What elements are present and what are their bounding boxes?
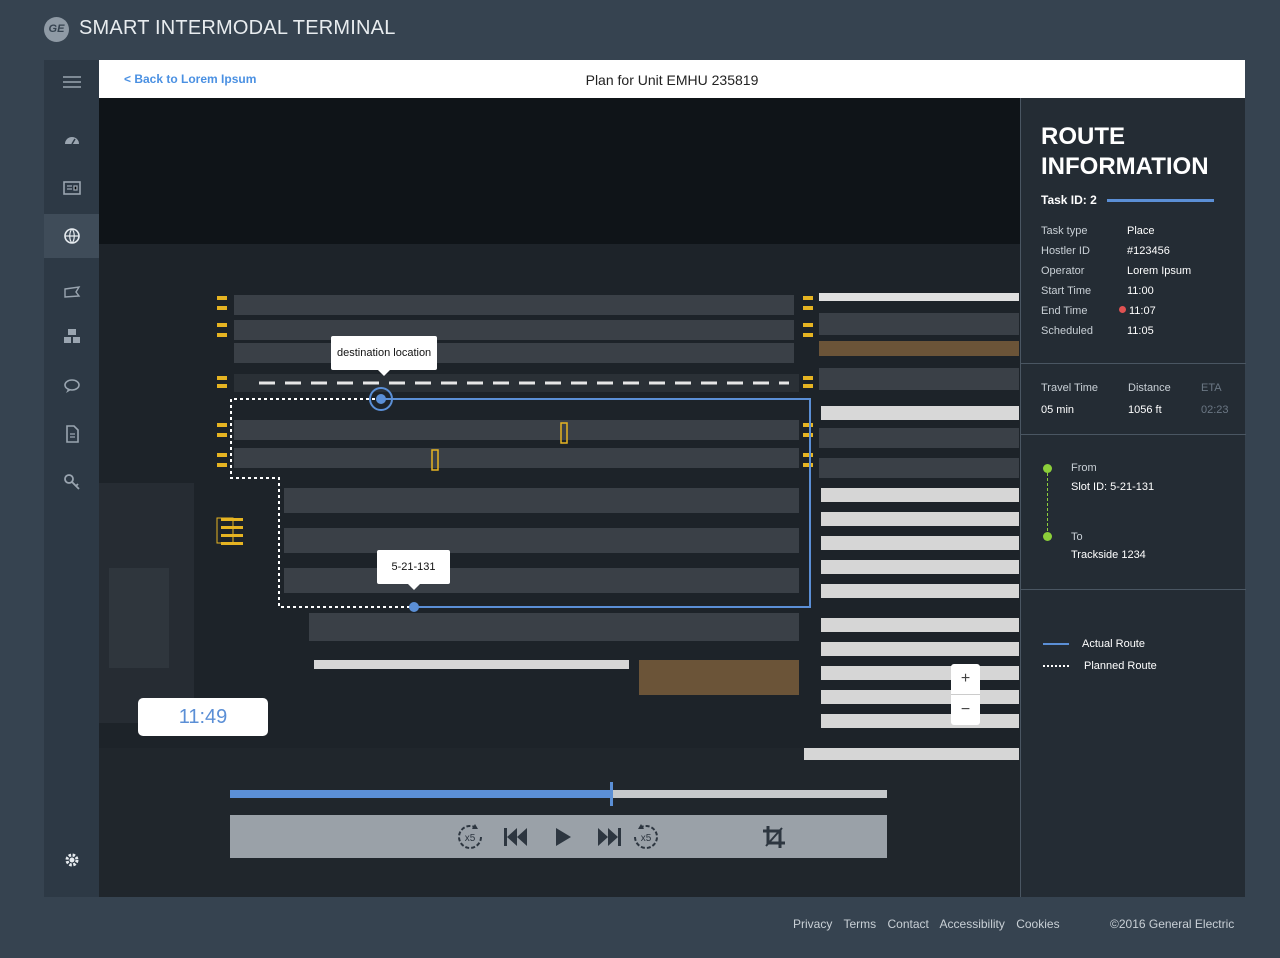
divider xyxy=(1021,589,1246,590)
distance-label: Distance xyxy=(1128,382,1171,394)
page-title: Plan for Unit EMHU 235819 xyxy=(585,72,759,88)
to-dot xyxy=(1043,532,1052,541)
skip-back-icon[interactable] xyxy=(502,819,530,854)
detail-label: Scheduled xyxy=(1041,325,1093,337)
detail-value: Place xyxy=(1127,225,1155,237)
zoom-in-button[interactable]: + xyxy=(951,664,980,694)
task-id: Task ID: 2 xyxy=(1041,193,1097,207)
travel-time-label: Travel Time xyxy=(1041,382,1099,394)
detail-value: #123456 xyxy=(1127,245,1170,257)
route-heading: ROUTE INFORMATION xyxy=(1041,123,1209,180)
playback-progress-fill xyxy=(230,790,612,798)
rewind-x5-button[interactable]: x5 xyxy=(452,819,488,854)
detail-value: 11:07 xyxy=(1129,305,1156,317)
from-value: Slot ID: 5-21-131 xyxy=(1071,481,1155,493)
globe-icon[interactable] xyxy=(44,214,99,258)
eta-label: ETA xyxy=(1201,382,1222,394)
flag-icon[interactable] xyxy=(44,270,99,314)
playback-controls: x5 x5 xyxy=(230,815,887,858)
eta-value: 02:23 xyxy=(1201,404,1229,416)
play-icon[interactable] xyxy=(551,819,575,854)
map-canvas xyxy=(99,98,1020,897)
divider xyxy=(1021,363,1246,364)
planned-route-legend: Planned Route xyxy=(1084,660,1157,672)
to-label: To xyxy=(1071,531,1083,543)
travel-time-value: 05 min xyxy=(1041,404,1075,416)
chat-icon[interactable] xyxy=(44,364,99,408)
crop-icon[interactable] xyxy=(761,819,787,854)
from-dot xyxy=(1043,464,1052,473)
route-info-panel: ROUTE INFORMATION Task ID: 2 Task type P… xyxy=(1020,98,1246,897)
forward-speed-label: x5 xyxy=(641,833,652,844)
footer-link-accessibility[interactable]: Accessibility xyxy=(940,917,1005,931)
late-indicator-dot xyxy=(1119,306,1126,313)
zoom-out-button[interactable]: − xyxy=(951,694,980,724)
ge-logo: GE xyxy=(44,17,69,42)
menu-icon[interactable] xyxy=(44,60,99,104)
terminal-map[interactable]: destination location 5-21-131 11:49 + − … xyxy=(99,98,1020,897)
footer-link-contact[interactable]: Contact xyxy=(887,917,928,931)
gear-icon[interactable] xyxy=(44,838,99,882)
left-nav xyxy=(44,60,99,897)
from-label: From xyxy=(1071,462,1097,474)
zoom-control: + − xyxy=(951,664,980,725)
current-time-display: 11:49 xyxy=(138,698,268,736)
detail-label: End Time xyxy=(1041,305,1088,317)
content-header: < Back to Lorem Ipsum Plan for Unit EMHU… xyxy=(99,60,1245,98)
actual-route-swatch xyxy=(1043,643,1069,645)
origin-tooltip: 5-21-131 xyxy=(377,550,450,590)
playback-progress-thumb[interactable] xyxy=(610,782,614,806)
newspaper-icon[interactable] xyxy=(44,166,99,210)
skip-forward-icon[interactable] xyxy=(595,819,623,854)
copyright: ©2016 General Electric xyxy=(1110,917,1235,931)
dashboard-icon[interactable] xyxy=(44,118,99,162)
to-value: Trackside 1234 xyxy=(1071,549,1146,561)
detail-label: Hostler ID xyxy=(1041,245,1090,257)
from-to-connector xyxy=(1047,473,1048,536)
rewind-speed-label: x5 xyxy=(465,833,476,844)
footer-link-privacy[interactable]: Privacy xyxy=(793,917,832,931)
destination-tooltip: destination location xyxy=(331,336,438,376)
distance-value: 1056 ft xyxy=(1128,404,1162,416)
app-header: GE SMART INTERMODAL TERMINAL xyxy=(0,0,1280,60)
detail-value: Lorem Ipsum xyxy=(1127,265,1192,277)
footer-link-cookies[interactable]: Cookies xyxy=(1016,917,1059,931)
task-underline xyxy=(1107,199,1214,202)
detail-label: Start Time xyxy=(1041,285,1092,297)
detail-value: 11:00 xyxy=(1127,285,1154,297)
planned-route-swatch xyxy=(1043,665,1069,667)
document-icon[interactable] xyxy=(44,412,99,456)
containers-icon[interactable] xyxy=(44,314,99,358)
footer-link-terms[interactable]: Terms xyxy=(843,917,876,931)
detail-value: 11:05 xyxy=(1127,325,1154,337)
key-icon[interactable] xyxy=(44,460,99,504)
footer-links: Privacy Terms Contact Accessibility Cook… xyxy=(793,917,1068,931)
fast-forward-x5-button[interactable]: x5 xyxy=(628,819,664,854)
detail-label: Task type xyxy=(1041,225,1088,237)
playback-progress[interactable] xyxy=(230,782,887,806)
detail-label: Operator xyxy=(1041,265,1085,277)
actual-route-legend: Actual Route xyxy=(1082,638,1145,650)
app-title: SMART INTERMODAL TERMINAL xyxy=(79,17,396,39)
divider xyxy=(1021,434,1246,435)
